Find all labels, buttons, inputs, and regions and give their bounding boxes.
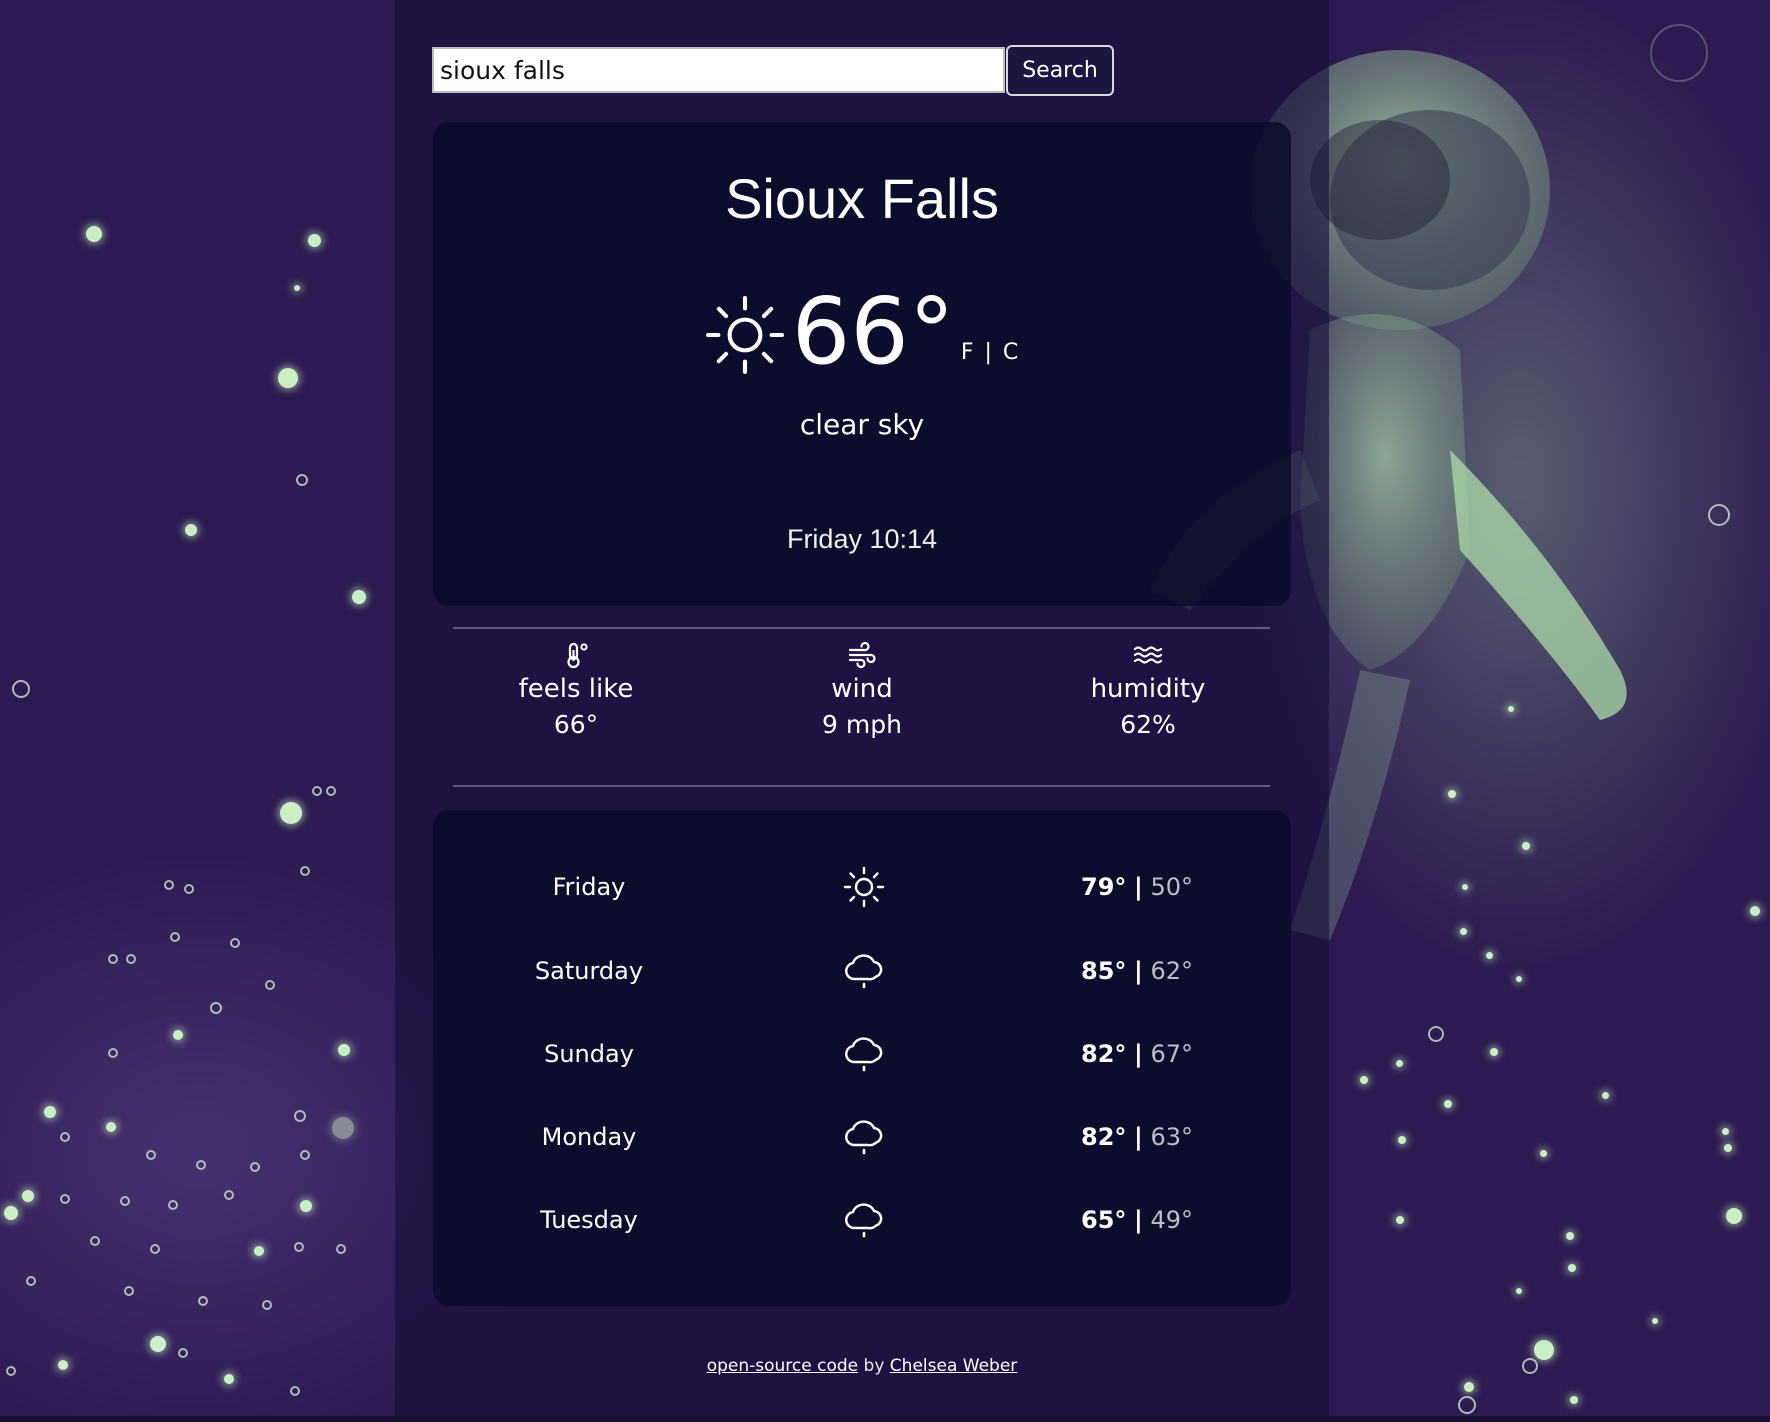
forecast-card: Friday 79° | 50° Saturday 85° | 62° Sund… — [433, 810, 1291, 1306]
current-temperature-row: 66° F | C — [433, 282, 1291, 382]
forecast-high: 79° — [1081, 873, 1127, 901]
forecast-day: Friday — [552, 873, 626, 901]
current-datetime: Friday 10:14 — [786, 524, 938, 554]
forecast-separator: | — [1134, 1123, 1143, 1151]
wind-icon — [848, 641, 876, 669]
cloud-rain-icon — [845, 954, 883, 989]
divider — [453, 785, 1270, 787]
search-form: Search — [432, 44, 1114, 96]
forecast-low: 67° — [1150, 1040, 1193, 1068]
forecast-day: Tuesday — [540, 1206, 638, 1234]
forecast-high: 65° — [1081, 1206, 1127, 1234]
cloud-rain-icon — [845, 1120, 883, 1155]
forecast-temps: 85° | 62° — [983, 957, 1291, 985]
forecast-high: 82° — [1081, 1040, 1127, 1068]
forecast-temps: 79° | 50° — [983, 873, 1291, 901]
sun-icon — [705, 296, 784, 374]
stat-wind: wind 9 mph — [719, 640, 1005, 760]
forecast-row: Friday 79° | 50° — [433, 857, 1291, 917]
forecast-day: Saturday — [534, 957, 644, 985]
cloud-rain-icon — [845, 1203, 883, 1238]
humidity-icon — [1133, 646, 1163, 664]
weather-stats: feels like 66° wind 9 mph humidity 62% — [433, 640, 1291, 760]
source-code-link[interactable]: open-source code — [707, 1356, 858, 1376]
stat-label: feels like — [518, 674, 634, 704]
stat-value: 9 mph — [822, 710, 902, 739]
forecast-temps: 82° | 67° — [983, 1040, 1291, 1068]
stat-feels-like: feels like 66° — [433, 640, 719, 760]
forecast-row: Sunday 82° | 67° — [433, 1024, 1291, 1084]
forecast-separator: | — [1134, 1206, 1143, 1234]
forecast-temps: 82° | 63° — [983, 1123, 1291, 1151]
forecast-high: 85° — [1081, 957, 1127, 985]
sun-icon — [843, 866, 885, 908]
forecast-row: Monday 82° | 63° — [433, 1107, 1291, 1167]
forecast-day: Monday — [541, 1123, 637, 1151]
cloud-rain-icon — [845, 1037, 883, 1072]
weather-condition: clear sky — [799, 408, 925, 441]
forecast-low: 50° — [1150, 873, 1193, 901]
search-button[interactable]: Search — [1006, 44, 1114, 96]
forecast-row: Saturday 85° | 62° — [433, 941, 1291, 1001]
stat-label: wind — [831, 674, 893, 704]
current-weather-card: Sioux Falls 66° F | C clear sky Friday 1… — [433, 122, 1291, 606]
forecast-low: 62° — [1150, 957, 1193, 985]
forecast-high: 82° — [1081, 1123, 1127, 1151]
forecast-low: 63° — [1150, 1123, 1193, 1151]
forecast-separator: | — [1134, 1040, 1143, 1068]
divider — [453, 627, 1270, 629]
forecast-row: Tuesday 65° | 49° — [433, 1190, 1291, 1250]
stat-value: 66° — [553, 710, 599, 739]
stat-humidity: humidity 62% — [1005, 640, 1291, 760]
footer-by-text: by — [858, 1356, 890, 1376]
forecast-separator: | — [1134, 957, 1143, 985]
bottom-edge — [0, 1416, 1770, 1422]
footer: open-source code by Chelsea Weber — [395, 1356, 1329, 1376]
unit-toggle: F | C — [961, 340, 1020, 365]
thermometer-icon — [567, 642, 588, 669]
unit-fahrenheit-link[interactable]: F — [961, 340, 976, 365]
forecast-day: Sunday — [544, 1040, 634, 1068]
author-link[interactable]: Chelsea Weber — [890, 1356, 1017, 1376]
forecast-low: 49° — [1150, 1206, 1193, 1234]
forecast-separator: | — [1134, 873, 1143, 901]
city-name: Sioux Falls — [725, 167, 999, 230]
stat-value: 62% — [1120, 710, 1176, 739]
unit-celsius-link[interactable]: C — [1003, 340, 1020, 365]
search-input[interactable] — [432, 47, 1005, 93]
forecast-temps: 65° | 49° — [983, 1206, 1291, 1234]
unit-separator: | — [984, 340, 994, 365]
stat-label: humidity — [1090, 674, 1206, 704]
temperature-value: 66° — [791, 278, 955, 385]
